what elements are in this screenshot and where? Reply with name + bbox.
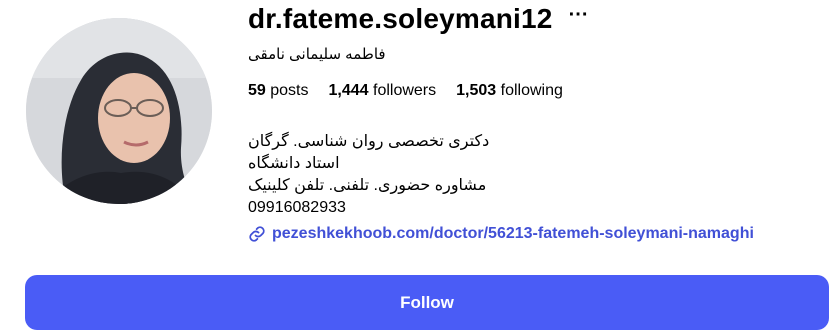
more-options-icon[interactable]: ··· [569, 5, 589, 25]
following-stat[interactable]: 1,503 following [456, 82, 563, 100]
followers-count: 1,444 [328, 82, 369, 99]
bio: دکتری تخصصی روان شناسی. گرگان استاد دانش… [248, 131, 489, 219]
avatar-photo [26, 18, 212, 204]
bio-line: مشاوره حضوری. تلفنی. تلفن کلینیک [248, 177, 487, 194]
posts-count: 59 [248, 82, 266, 99]
follow-button[interactable]: Follow [25, 275, 829, 330]
website-link[interactable]: pezeshkekhoob.com/doctor/56213-fatemeh-s… [248, 225, 754, 243]
profile-page: dr.fateme.soleymani12 ··· فاطمه سلیمانی … [0, 0, 834, 335]
following-count: 1,503 [456, 82, 497, 99]
bio-phone: 09916082933 [248, 199, 346, 216]
username-row: dr.fateme.soleymani12 ··· [248, 2, 589, 36]
bio-line: استاد دانشگاه [248, 155, 340, 172]
following-label: following [500, 82, 563, 99]
full-name: فاطمه سلیمانی نامقی [248, 46, 386, 63]
avatar[interactable] [26, 18, 212, 204]
followers-stat[interactable]: 1,444 followers [329, 82, 437, 100]
stats-row: 59 posts 1,444 followers 1,503 following [248, 82, 583, 100]
username: dr.fateme.soleymani12 [248, 3, 553, 34]
posts-label: posts [270, 82, 309, 99]
bio-line: دکتری تخصصی روان شناسی. گرگان [248, 133, 490, 150]
website-link-text: pezeshkekhoob.com/doctor/56213-fatemeh-s… [272, 225, 754, 242]
posts-stat[interactable]: 59 posts [248, 82, 309, 100]
link-icon [248, 225, 266, 243]
followers-label: followers [373, 82, 437, 99]
